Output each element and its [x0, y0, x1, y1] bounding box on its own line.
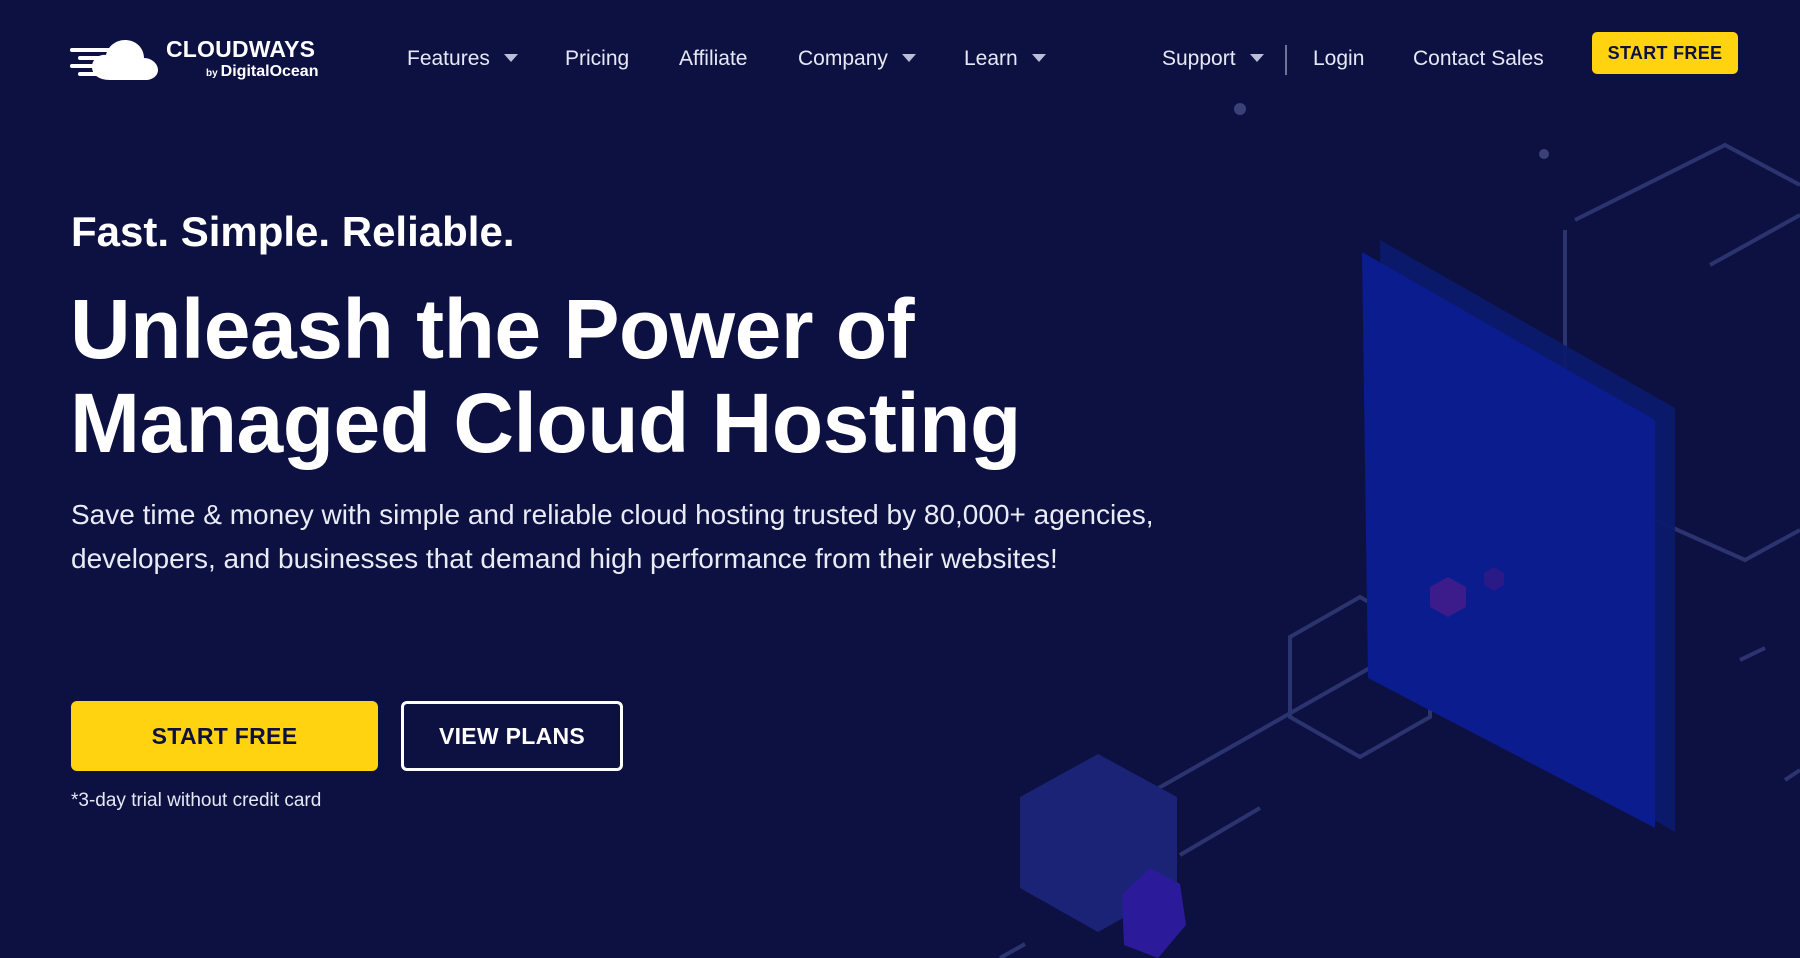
chevron-down-icon — [902, 54, 916, 62]
brand-byline: byDigitalOcean — [206, 63, 318, 81]
cloudways-cloud-logo-icon — [70, 34, 162, 84]
start-free-button[interactable]: START FREE — [71, 701, 378, 771]
nav-support[interactable]: Support — [1162, 46, 1264, 72]
nav-contact-sales[interactable]: Contact Sales — [1413, 46, 1544, 72]
hero-eyebrow: Fast. Simple. Reliable. — [71, 208, 514, 256]
hero-illustration — [0, 0, 1800, 958]
nav-features-label: Features — [407, 46, 490, 72]
illustration-panel — [1362, 240, 1675, 832]
nav-pricing-label: Pricing — [565, 46, 629, 72]
landing-page: CLOUDWAYS byDigitalOcean Features Pricin… — [0, 0, 1800, 958]
chevron-down-icon — [504, 54, 518, 62]
brand-name: CLOUDWAYS — [166, 36, 315, 63]
chevron-down-icon — [1250, 54, 1264, 62]
nav-login-label: Login — [1313, 46, 1364, 72]
brand-by-prefix: by — [206, 68, 218, 79]
brand-by-name: DigitalOcean — [221, 63, 319, 80]
hero-subtext: Save time & money with simple and reliab… — [71, 493, 1191, 581]
nav-learn-label: Learn — [964, 46, 1018, 72]
illustration-hexagons — [1020, 754, 1186, 958]
nav-login[interactable]: Login — [1313, 46, 1364, 72]
chevron-down-icon — [1032, 54, 1046, 62]
trial-note: *3-day trial without credit card — [71, 790, 321, 812]
header-start-free-button[interactable]: START FREE — [1592, 32, 1738, 74]
nav-features[interactable]: Features — [407, 46, 518, 72]
nav-affiliate-label: Affiliate — [679, 46, 748, 72]
nav-company[interactable]: Company — [798, 46, 916, 72]
nav-learn[interactable]: Learn — [964, 46, 1046, 72]
nav-pricing[interactable]: Pricing — [565, 46, 629, 72]
nav-support-label: Support — [1162, 46, 1236, 72]
hero-headline: Unleash the Power of Managed Cloud Hosti… — [70, 282, 1070, 470]
hero-headline-line-2: Managed Cloud Hosting — [70, 376, 1070, 470]
nav-contact-sales-label: Contact Sales — [1413, 46, 1544, 72]
hero-headline-line-1: Unleash the Power of — [70, 282, 1070, 376]
cloudways-logo[interactable]: CLOUDWAYS byDigitalOcean — [70, 34, 330, 84]
nav-divider — [1285, 45, 1287, 75]
view-plans-button[interactable]: VIEW PLANS — [401, 701, 623, 771]
site-header: CLOUDWAYS byDigitalOcean Features Pricin… — [0, 0, 1800, 120]
nav-company-label: Company — [798, 46, 888, 72]
nav-affiliate[interactable]: Affiliate — [679, 46, 748, 72]
